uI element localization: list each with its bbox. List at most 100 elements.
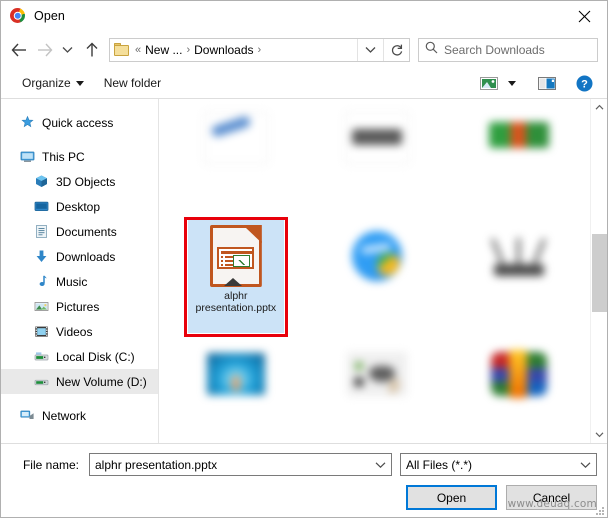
help-icon[interactable]: ?	[572, 73, 597, 94]
file-grid[interactable]: alphr presentation.pptx	[159, 99, 590, 443]
up-arrow-icon[interactable]	[78, 37, 105, 63]
breadcrumb-overflow[interactable]: «	[134, 44, 142, 56]
file-name-value: alphr presentation.pptx	[95, 457, 218, 472]
address-bar[interactable]: « New ... › Downloads ›	[109, 37, 410, 62]
file-tile[interactable]	[165, 101, 307, 219]
sidebar-item-new-volume-d[interactable]: New Volume (D:)	[1, 369, 158, 394]
download-arrow-icon	[33, 249, 49, 265]
command-bar: Organize New folder ?	[1, 68, 607, 99]
sidebar-item-downloads[interactable]: Downloads	[1, 244, 158, 269]
sidebar-item-videos[interactable]: Videos	[1, 319, 158, 344]
sidebar-item-label: New Volume (D:)	[56, 374, 147, 389]
breadcrumb[interactable]: « New ... › Downloads ›	[110, 42, 357, 57]
sidebar-item-label: Pictures	[56, 299, 100, 314]
back-arrow-icon[interactable]	[7, 37, 32, 63]
blurred-image-thumbnail	[341, 343, 413, 405]
hard-drive-icon	[33, 349, 49, 365]
scroll-down-chevron-down-icon[interactable]	[591, 426, 608, 443]
preview-pane-icon[interactable]	[534, 74, 560, 93]
close-icon[interactable]	[562, 1, 607, 31]
new-folder-label: New folder	[103, 76, 162, 90]
scroll-up-chevron-up-icon[interactable]	[591, 99, 608, 116]
picture-icon	[33, 299, 49, 315]
file-name-label: alphr presentation.pptx	[195, 290, 277, 314]
address-chevron-down-icon[interactable]	[357, 38, 383, 61]
open-button[interactable]: Open	[406, 485, 497, 510]
title-bar: Open	[1, 1, 607, 31]
desktop-icon	[33, 199, 49, 215]
refresh-icon[interactable]	[383, 38, 409, 61]
file-name-input[interactable]: alphr presentation.pptx	[89, 453, 392, 476]
file-name-label	[325, 290, 429, 302]
file-list-area[interactable]: alphr presentation.pptx	[159, 99, 607, 443]
file-type-select[interactable]: All Files (*.*)	[400, 453, 597, 476]
scrollbar-track[interactable]	[591, 116, 608, 426]
sidebar-item-3d-objects[interactable]: 3D Objects	[1, 169, 158, 194]
file-tile[interactable]	[307, 337, 449, 443]
blurred-archive-thumbnail	[483, 343, 555, 405]
sidebar-item-local-disk-c[interactable]: Local Disk (C:)	[1, 344, 158, 369]
blurred-globe-thumbnail	[341, 225, 413, 287]
file-name-label	[325, 408, 429, 420]
sidebar-item-documents[interactable]: Documents	[1, 219, 158, 244]
monitor-icon	[19, 149, 35, 165]
sidebar-item-quick-access[interactable]: Quick access	[1, 110, 158, 135]
blurred-image-thumbnail	[341, 107, 413, 169]
navigation-sidebar[interactable]: Quick access This PC 3D Objects Desktop …	[1, 99, 159, 443]
sidebar-item-label: Network	[42, 408, 87, 423]
file-tile-selected[interactable]: alphr presentation.pptx	[165, 217, 307, 337]
breadcrumb-item-1[interactable]: Downloads	[191, 43, 256, 57]
video-icon	[33, 324, 49, 340]
watermark: www.deuaq.com	[507, 498, 597, 510]
file-tile[interactable]	[448, 337, 590, 443]
recent-locations-chevron-down-icon[interactable]	[57, 37, 78, 63]
file-name-chevron-down-icon[interactable]	[369, 461, 391, 469]
sidebar-item-label: Documents	[56, 224, 117, 239]
window-title: Open	[34, 9, 65, 23]
file-name-row: File name: alphr presentation.pptx All F…	[11, 453, 597, 476]
open-file-dialog: Open « New ... › Downloads › Search Down…	[0, 0, 608, 518]
sidebar-item-music[interactable]: Music	[1, 269, 158, 294]
file-tile[interactable]	[448, 101, 590, 219]
chrome-logo-icon	[10, 8, 26, 24]
star-pin-icon	[19, 115, 35, 131]
breadcrumb-item-0[interactable]: New ...	[142, 43, 185, 57]
view-layout-icon[interactable]	[476, 74, 502, 93]
blurred-image-thumbnail	[483, 107, 555, 169]
svg-text:?: ?	[581, 78, 588, 90]
resize-grip[interactable]	[594, 505, 604, 515]
document-icon	[33, 224, 49, 240]
sidebar-item-pictures[interactable]: Pictures	[1, 294, 158, 319]
sidebar-item-label: Downloads	[56, 249, 116, 264]
scrollbar-thumb[interactable]	[591, 234, 607, 312]
file-type-chevron-down-icon[interactable]	[574, 461, 596, 469]
chevron-down-icon	[75, 80, 84, 86]
organize-button[interactable]: Organize	[15, 73, 91, 93]
impress-presentation-icon	[200, 225, 272, 287]
search-input[interactable]: Search Downloads	[418, 37, 598, 62]
blurred-image-thumbnail	[200, 343, 272, 405]
new-folder-button[interactable]: New folder	[97, 73, 168, 93]
sidebar-item-label: Quick access	[42, 115, 114, 130]
file-name-label	[467, 172, 571, 184]
forward-arrow-icon	[32, 37, 57, 63]
breadcrumb-separator-1[interactable]: ›	[257, 44, 263, 56]
file-tile[interactable]	[307, 219, 449, 337]
file-tile[interactable]	[307, 101, 449, 219]
file-name-label	[467, 290, 571, 302]
music-note-icon	[33, 274, 49, 290]
view-dropdown-chevron-down-icon[interactable]	[504, 79, 520, 88]
sidebar-item-label: This PC	[42, 149, 85, 164]
file-name-label-text: File name:	[22, 457, 79, 472]
sidebar-item-desktop[interactable]: Desktop	[1, 194, 158, 219]
sidebar-item-label: Desktop	[56, 199, 101, 214]
open-button-label: Open	[436, 490, 467, 505]
sidebar-item-label: Music	[56, 274, 88, 289]
file-tile[interactable]	[448, 219, 590, 337]
sidebar-item-this-pc[interactable]: This PC	[1, 144, 158, 169]
sidebar-item-network[interactable]: Network	[1, 403, 158, 428]
navigation-bar: « New ... › Downloads › Search Downloads	[1, 31, 607, 68]
vertical-scrollbar[interactable]	[590, 99, 607, 443]
file-tile[interactable]	[165, 337, 307, 443]
